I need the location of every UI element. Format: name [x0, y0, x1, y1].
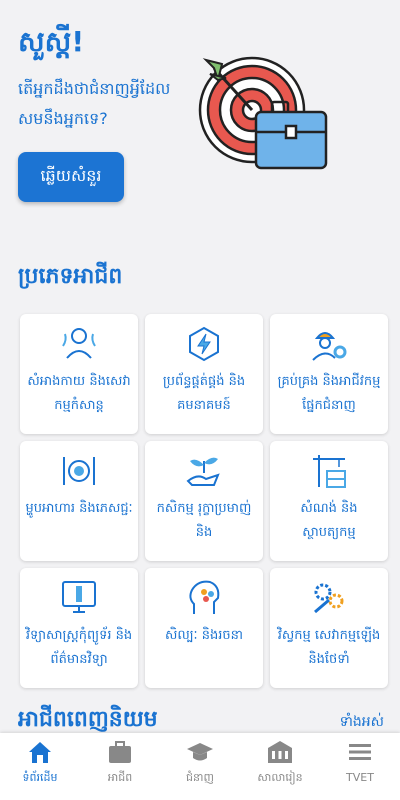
- category-card-engineering[interactable]: វិស្វកម្ម សេវាកម្មឡើង និងថែទាំ: [270, 568, 388, 688]
- greeting-text: សួស្ដី!: [18, 25, 85, 58]
- nav-schools[interactable]: សាលារៀន: [240, 733, 320, 800]
- target-briefcase-icon: [198, 56, 328, 170]
- hero-section: សួស្ដី! តើអ្នកដឹងថាជំនាញអ្វីដែលសមនឹងអ្នក…: [0, 0, 400, 230]
- category-card-construction[interactable]: សំណង់ និងស្ថាបត្យកម្ម: [270, 441, 388, 561]
- nav-careers[interactable]: អាជីព: [80, 733, 160, 800]
- nav-careers-label: អាជីព: [107, 771, 133, 784]
- category-card-management[interactable]: គ្រប់គ្រង និងអាជីវកម្មផ្នែកជំនាញ: [270, 314, 388, 434]
- plant-hand-icon: [186, 457, 220, 486]
- nav-tvet[interactable]: TVET: [320, 733, 400, 800]
- bottom-navigation: ទំព័រដើម អាជីព ជំនាញ សាលារៀន TVET: [0, 733, 400, 800]
- nav-skills[interactable]: ជំនាញ: [160, 733, 240, 800]
- food-plate-icon: [63, 457, 95, 485]
- see-all-link[interactable]: ទាំងអស់: [340, 712, 384, 733]
- construction-crane-icon: [313, 455, 346, 488]
- nav-skills-label: ជំនាញ: [186, 771, 214, 784]
- category-card-supply[interactable]: ប្រព័ន្ធផ្គត់ផ្គង់ និងគមនាគមន៍: [145, 314, 263, 434]
- career-types-title: ប្រភេទអាជីព: [18, 264, 123, 289]
- nav-tvet-label: TVET: [346, 771, 374, 784]
- nav-home[interactable]: ទំព័រដើម: [0, 733, 80, 800]
- category-label: សំអាងកាយ និងសេវាកម្មកំសាន្ត: [27, 374, 131, 413]
- creative-head-icon: [189, 580, 220, 614]
- hero-question: តើអ្នកដឹងថាជំនាញអ្វីដែលសមនឹងអ្នកទេ?: [18, 79, 171, 128]
- category-label: វិស្វកម្ម សេវាកម្មឡើង និងថែទាំ: [277, 628, 381, 667]
- category-label: សិល្បៈ និងរចនា: [165, 628, 243, 643]
- graduation-cap-icon: [187, 743, 213, 761]
- category-label: សំណង់ និងស្ថាបត្យកម្ម: [300, 501, 358, 540]
- category-label: កសិកម្ម រុក្ខាប្រមាញ់ និង: [156, 501, 252, 540]
- home-icon: [29, 742, 51, 763]
- electric-chip-icon: [189, 326, 219, 362]
- gears-wrench-icon: [314, 583, 344, 614]
- category-card-arts[interactable]: សិល្បៈ និងរចនា: [145, 568, 263, 688]
- menu-icon: [349, 744, 371, 760]
- school-icon: [268, 741, 292, 763]
- answer-quiz-button[interactable]: ឆ្លើយសំនួរ: [18, 152, 124, 202]
- engineer-gear-icon: [312, 332, 347, 361]
- beauty-icon: [62, 328, 96, 359]
- nav-schools-label: សាលារៀន: [257, 771, 303, 784]
- category-card-beauty[interactable]: សំអាងកាយ និងសេវាកម្មកំសាន្ត: [20, 314, 138, 434]
- career-category-grid: សំអាងកាយ និងសេវាកម្មកំសាន្ត ប្រព័ន្ធផ្គត…: [20, 314, 388, 688]
- category-label: វិទ្យាសាស្ត្រកុំព្យូទ័រ និងព័ត៌មានវិទ្យា: [25, 628, 133, 667]
- category-label: ប្រព័ន្ធផ្គត់ផ្គង់ និងគមនាគមន៍: [162, 374, 246, 413]
- category-card-computer-science[interactable]: វិទ្យាសាស្ត្រកុំព្យូទ័រ និងព័ត៌មានវិទ្យា: [20, 568, 138, 688]
- computer-info-icon: [62, 581, 96, 613]
- home-screen: សួស្ដី! តើអ្នកដឹងថាជំនាញអ្វីដែលសមនឹងអ្នក…: [0, 0, 400, 800]
- category-card-food[interactable]: ម្ហូបអាហារ និងភេសជ្ជៈ: [20, 441, 138, 561]
- category-card-agriculture[interactable]: កសិកម្ម រុក្ខាប្រមាញ់ និង: [145, 441, 263, 561]
- category-label: ម្ហូបអាហារ និងភេសជ្ជៈ: [25, 501, 133, 516]
- briefcase-icon: [109, 741, 131, 763]
- nav-home-label: ទំព័រដើម: [22, 771, 58, 784]
- category-label: គ្រប់គ្រង និងអាជីវកម្មផ្នែកជំនាញ: [277, 374, 381, 413]
